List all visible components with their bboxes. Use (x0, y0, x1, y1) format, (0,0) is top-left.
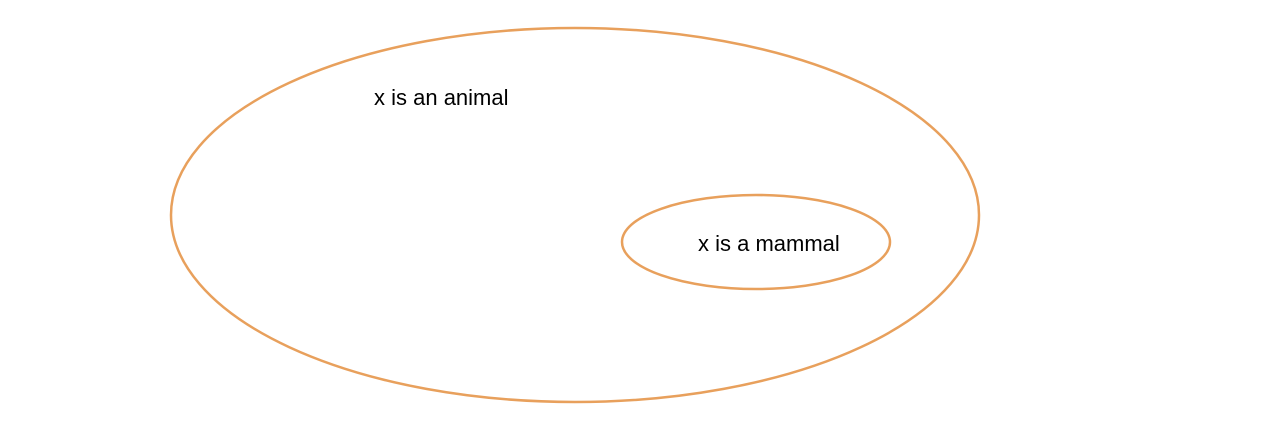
inner-set-label: x is a mammal (698, 231, 840, 256)
outer-set-ellipse (169, 26, 981, 404)
outer-set-label: x is an animal (374, 85, 509, 110)
venn-diagram: x is an animal x is a mammal (169, 26, 981, 404)
